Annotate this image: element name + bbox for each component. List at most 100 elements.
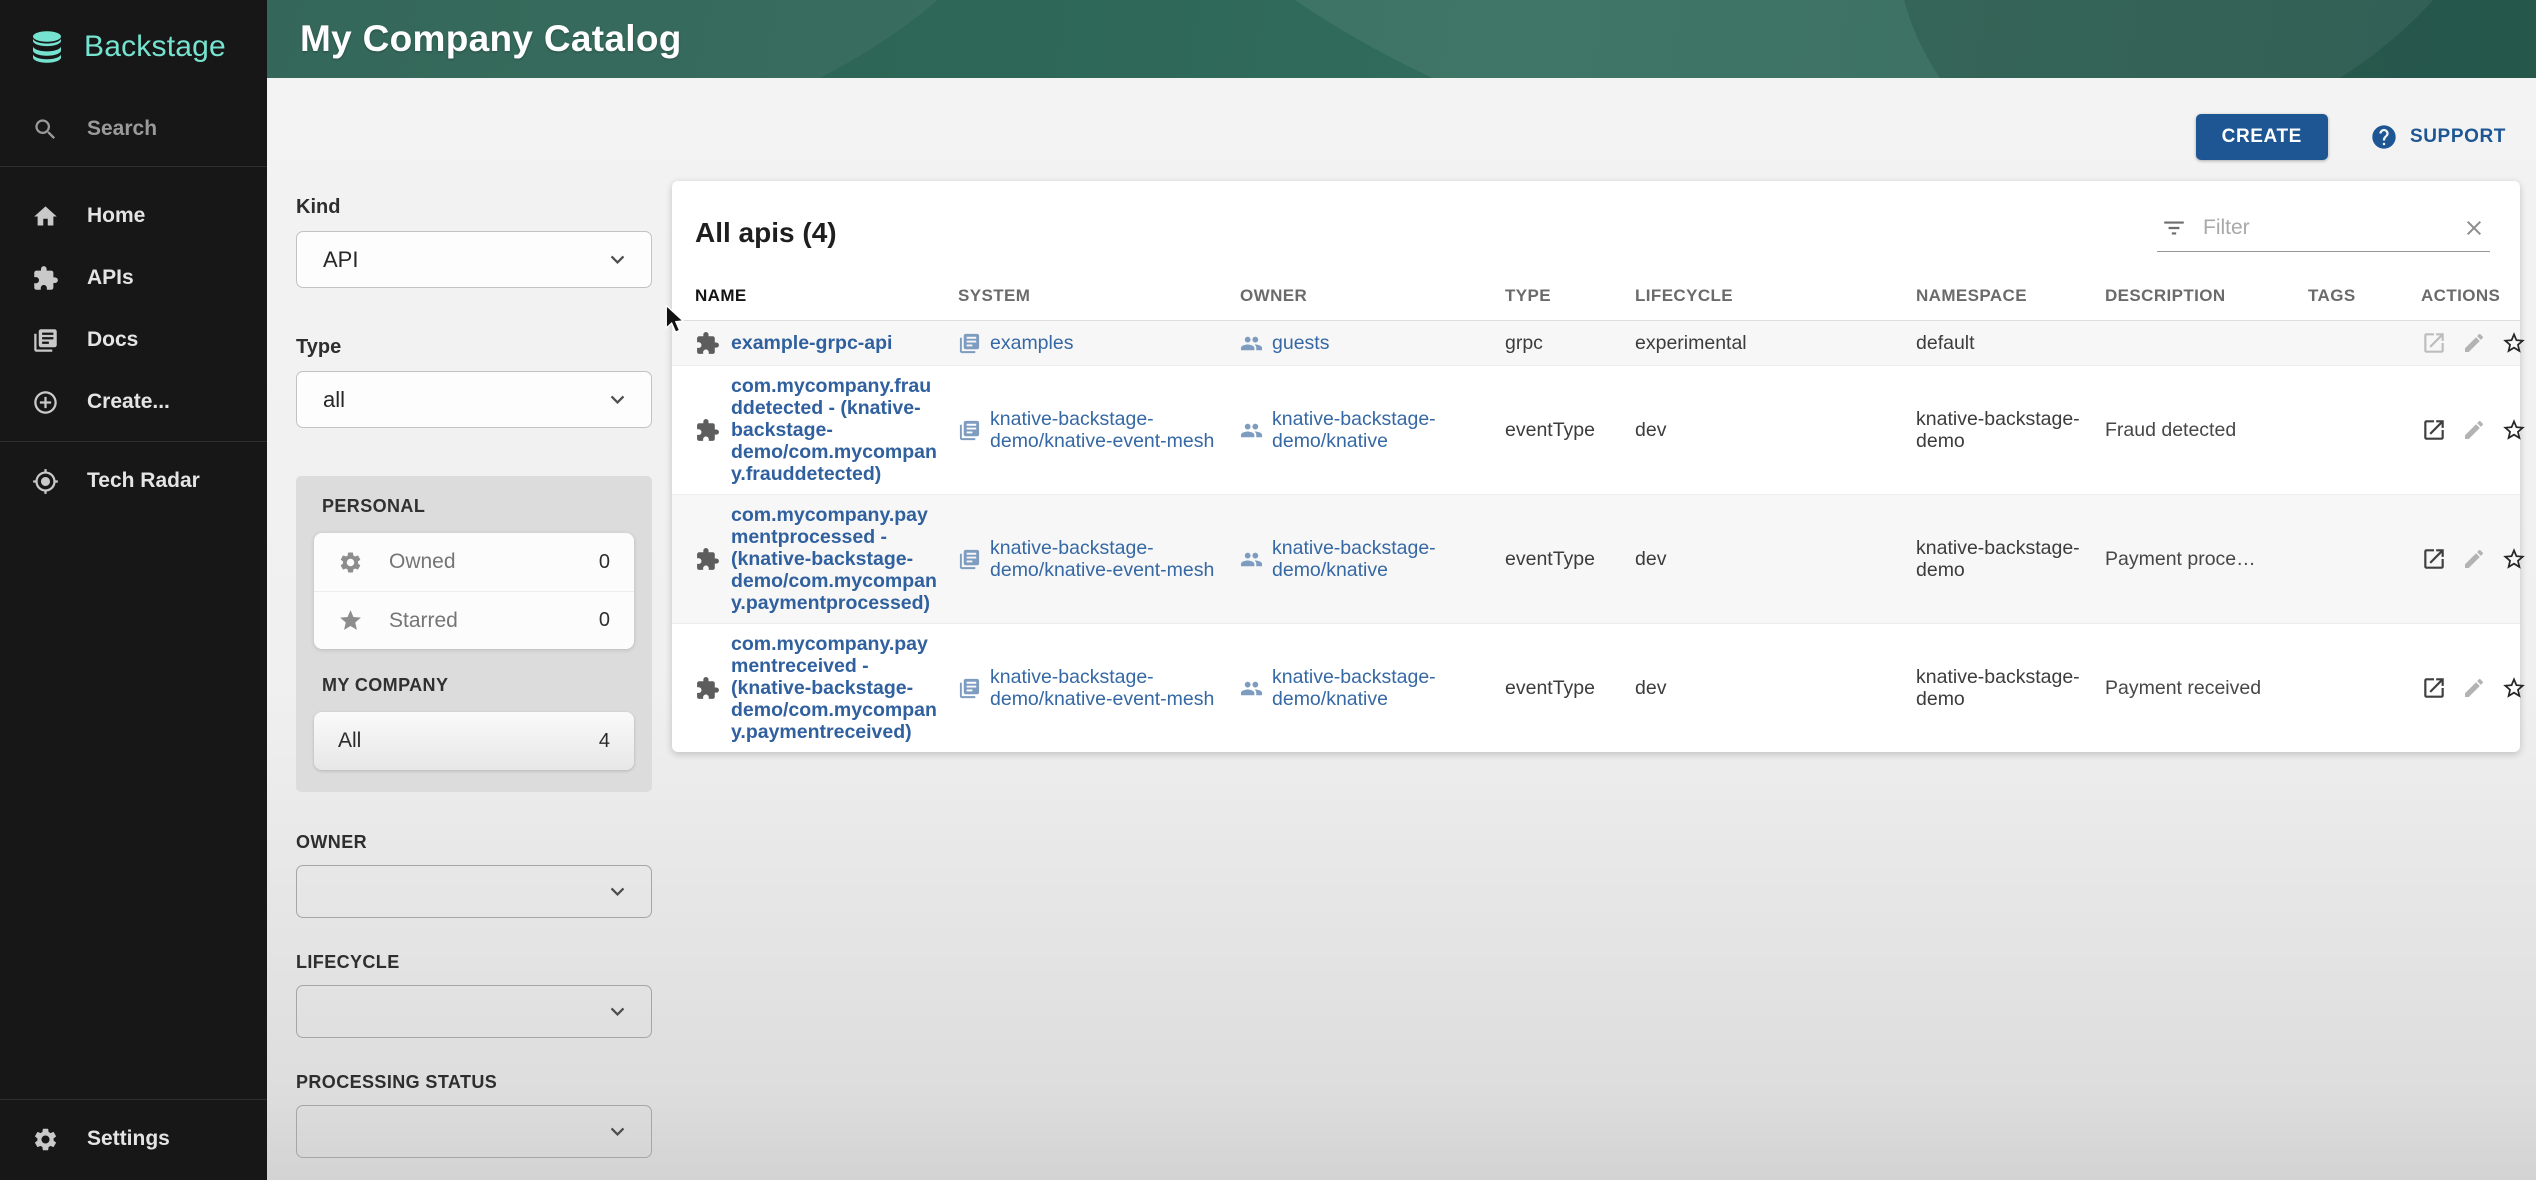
- backstage-logo[interactable]: Backstage: [0, 0, 267, 86]
- support-label: SUPPORT: [2410, 126, 2506, 148]
- backstage-logo-label: Backstage: [84, 30, 226, 64]
- owned-count: 0: [599, 551, 610, 574]
- chevron-down-icon: [604, 1118, 631, 1145]
- sidebar-item-apis[interactable]: APIs: [0, 247, 267, 309]
- support-button[interactable]: SUPPORT: [2370, 123, 2506, 151]
- plus-circle-icon: [32, 389, 59, 416]
- entity-name-link[interactable]: com.mycompany.paymentreceived - (knative…: [731, 633, 937, 743]
- open-in-new-icon[interactable]: [2421, 330, 2447, 356]
- catalog-title: All apis (4): [695, 209, 837, 249]
- owner-select[interactable]: [296, 865, 652, 918]
- open-in-new-icon[interactable]: [2421, 546, 2447, 572]
- api-puzzle-icon: [695, 547, 720, 572]
- description-cell: Payment received: [2105, 677, 2308, 699]
- open-in-new-icon[interactable]: [2421, 417, 2447, 443]
- column-header-owner[interactable]: OWNER: [1240, 286, 1505, 306]
- star-outline-icon[interactable]: [2501, 546, 2527, 572]
- kind-select[interactable]: API: [296, 231, 652, 288]
- filter-starred[interactable]: Starred 0: [314, 591, 634, 649]
- sidebar-divider: [0, 1099, 267, 1100]
- owner-link[interactable]: knative-backstage-demo/knative: [1272, 408, 1491, 452]
- lifecycle-cell: experimental: [1635, 332, 1916, 354]
- namespace-cell: knative-backstage-demo: [1916, 537, 2081, 581]
- star-outline-icon[interactable]: [2501, 675, 2527, 701]
- personal-section-title: PERSONAL: [322, 496, 634, 517]
- table-header-row: NAME SYSTEM OWNER TYPE LIFECYCLE NAMESPA…: [672, 274, 2520, 321]
- sidebar-item-settings[interactable]: Settings: [0, 1108, 267, 1170]
- content-area: CREATE SUPPORT Kind API Type all PERSONA…: [267, 78, 2536, 1180]
- description-cell: Payment proce…: [2105, 548, 2308, 570]
- sidebar-item-label: Home: [87, 204, 145, 228]
- sidebar-divider: [0, 441, 267, 442]
- owner-link[interactable]: guests: [1272, 332, 1329, 354]
- help-icon: [2370, 123, 2398, 151]
- system-link[interactable]: knative-backstage-demo/knative-event-mes…: [990, 537, 1225, 581]
- column-header-system[interactable]: SYSTEM: [958, 286, 1240, 306]
- owner-link[interactable]: knative-backstage-demo/knative: [1272, 537, 1491, 581]
- catalog-card: All apis (4) NAME SYSTEM OWNER TYPE LIFE…: [672, 181, 2520, 752]
- lifecycle-select[interactable]: [296, 985, 652, 1038]
- create-button[interactable]: CREATE: [2196, 114, 2328, 160]
- edit-icon[interactable]: [2462, 547, 2486, 571]
- chevron-down-icon: [604, 878, 631, 905]
- column-header-lifecycle[interactable]: LIFECYCLE: [1635, 286, 1916, 306]
- lifecycle-label: LIFECYCLE: [296, 952, 652, 973]
- processing-status-label: PROCESSING STATUS: [296, 1072, 652, 1093]
- gear-icon: [32, 1126, 59, 1153]
- type-cell: eventType: [1505, 548, 1599, 570]
- column-header-description[interactable]: DESCRIPTION: [2105, 286, 2308, 306]
- processing-status-select[interactable]: [296, 1105, 652, 1158]
- sidebar-item-home[interactable]: Home: [0, 185, 267, 247]
- owner-link[interactable]: knative-backstage-demo/knative: [1272, 666, 1491, 710]
- namespace-cell: default: [1916, 332, 1975, 354]
- system-link[interactable]: knative-backstage-demo/knative-event-mes…: [990, 666, 1225, 710]
- type-cell: eventType: [1505, 677, 1599, 699]
- sidebar-item-label: APIs: [87, 266, 134, 290]
- column-header-tags[interactable]: TAGS: [2308, 286, 2421, 306]
- lifecycle-cell: dev: [1635, 548, 1916, 570]
- sidebar-item-create[interactable]: Create...: [0, 371, 267, 433]
- sidebar-item-tech-radar[interactable]: Tech Radar: [0, 450, 267, 512]
- close-icon[interactable]: [2462, 216, 2486, 240]
- chevron-down-icon: [604, 246, 631, 273]
- gear-icon: [338, 550, 363, 575]
- filter-owned[interactable]: Owned 0: [314, 533, 634, 591]
- owner-label: OWNER: [296, 832, 652, 853]
- open-in-new-icon[interactable]: [2421, 675, 2447, 701]
- page-title: My Company Catalog: [300, 18, 682, 60]
- table-filter: [2157, 209, 2490, 252]
- column-header-type[interactable]: TYPE: [1505, 286, 1635, 306]
- page-header: My Company Catalog: [267, 0, 2536, 78]
- column-header-name[interactable]: NAME: [695, 286, 958, 306]
- group-icon: [1240, 677, 1263, 700]
- type-value: all: [323, 387, 345, 413]
- type-select[interactable]: all: [296, 371, 652, 428]
- api-puzzle-icon: [695, 331, 720, 356]
- entity-name-link[interactable]: com.mycompany.frauddetected - (knative-b…: [731, 375, 937, 485]
- edit-icon[interactable]: [2462, 418, 2486, 442]
- edit-icon[interactable]: [2462, 676, 2486, 700]
- table-filter-input[interactable]: [2187, 216, 2462, 240]
- sidebar-item-search[interactable]: Search: [0, 100, 267, 158]
- entity-name-link[interactable]: example-grpc-api: [731, 332, 937, 354]
- radar-icon: [32, 468, 59, 495]
- star-outline-icon[interactable]: [2501, 417, 2527, 443]
- sidebar: Backstage Search Home APIs Docs Create..…: [0, 0, 267, 1180]
- edit-icon[interactable]: [2462, 331, 2486, 355]
- filter-all[interactable]: All 4: [314, 712, 634, 770]
- ownership-box: PERSONAL Owned 0 Starred 0 MY COMPANY Al…: [296, 476, 652, 792]
- system-link[interactable]: examples: [990, 332, 1073, 354]
- table-row: com.mycompany.frauddetected - (knative-b…: [672, 366, 2520, 495]
- group-icon: [1240, 419, 1263, 442]
- backstage-logo-icon: [26, 26, 68, 68]
- column-header-namespace[interactable]: NAMESPACE: [1916, 286, 2105, 306]
- type-cell: eventType: [1505, 419, 1599, 441]
- star-outline-icon[interactable]: [2501, 330, 2527, 356]
- system-link[interactable]: knative-backstage-demo/knative-event-mes…: [990, 408, 1225, 452]
- sidebar-item-label: Create...: [87, 390, 170, 414]
- sidebar-item-docs[interactable]: Docs: [0, 309, 267, 371]
- starred-label: Starred: [389, 609, 599, 633]
- chevron-down-icon: [604, 386, 631, 413]
- entity-name-link[interactable]: com.mycompany.paymentprocessed - (knativ…: [731, 504, 937, 614]
- type-cell: grpc: [1505, 332, 1599, 354]
